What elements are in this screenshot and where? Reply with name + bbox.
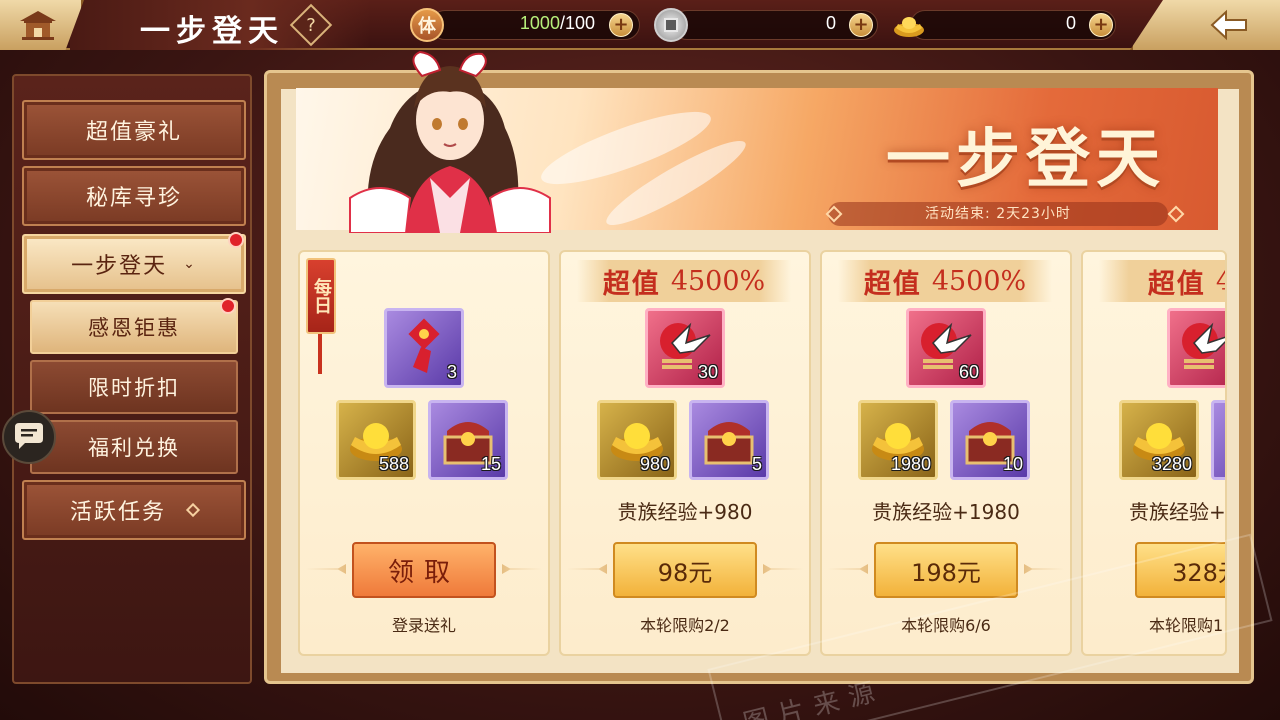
nav-item-value-gift[interactable]: 超值豪礼 <box>22 100 246 160</box>
nav-item-label: 福利兑换 <box>88 436 180 460</box>
ribbon-value: 4500% <box>931 265 1027 297</box>
ingot-value: 0 <box>1065 13 1076 33</box>
item-quantity: 15 <box>480 454 501 474</box>
ribbon-label: 超值 <box>1147 268 1206 300</box>
item-quantity: 5 <box>751 454 762 474</box>
chevron-down-icon: ⌄ <box>183 256 197 272</box>
chat-button[interactable] <box>2 410 56 464</box>
stamina-max: /100 <box>559 13 595 33</box>
side-nav: 超值豪礼 秘库寻珍 一步登天 ⌄ 感恩钜惠 限时折扣 福利兑换 活跃任务 <box>12 74 252 684</box>
item-quantity: 3280 <box>1151 454 1192 474</box>
ribbon-value: 4500% <box>670 265 766 297</box>
nav-item-label: 一步登天 <box>71 254 168 279</box>
add-stamina-button[interactable]: + <box>609 13 633 37</box>
reward-item[interactable]: 9 <box>1167 308 1225 388</box>
item-quantity: 10 <box>1002 454 1023 474</box>
character-portrait <box>349 50 551 233</box>
stamina-current: 1000 <box>519 13 560 33</box>
ribbon-value: 40 <box>1216 266 1225 297</box>
nav-item-label: 感恩钜惠 <box>88 316 180 340</box>
notification-dot <box>220 298 236 314</box>
reward-item[interactable]: 3 <box>384 308 464 388</box>
value-ribbon: 超值 40 <box>1099 260 1225 302</box>
item-quantity: 30 <box>697 362 718 382</box>
knot-icon <box>408 318 440 373</box>
buy-button[interactable]: 98元 <box>613 542 757 598</box>
gift-card-daily: 每日 3 588 15 领取 登录送礼 <box>298 250 550 656</box>
reward-item[interactable]: 30 <box>645 308 725 388</box>
diamond-icon <box>185 502 201 518</box>
divider-ornament <box>306 564 346 574</box>
reward-item[interactable]: 15 <box>428 400 508 480</box>
coin-value: 0 <box>825 13 836 33</box>
ribbon-label: 超值 <box>602 268 661 300</box>
nav-item-label: 活跃任务 <box>69 500 166 525</box>
diamond-icon <box>1167 205 1185 223</box>
page-title: 一步登天 <box>140 14 284 49</box>
divider-ornament <box>828 564 868 574</box>
noble-exp-text: 贵族经验+ <box>1129 500 1226 524</box>
divider-ornament <box>567 564 607 574</box>
nav-item-one-step[interactable]: 一步登天 ⌄ <box>22 234 246 294</box>
reward-item[interactable]: 588 <box>336 400 416 480</box>
nav-item-tasks[interactable]: 活跃任务 <box>22 480 246 540</box>
nav-sub-discount[interactable]: 限时折扣 <box>30 360 238 414</box>
copper-coin-icon <box>654 8 688 42</box>
nav-item-treasure[interactable]: 秘库寻珍 <box>22 166 246 226</box>
reward-item[interactable]: 60 <box>906 308 986 388</box>
noble-exp-text: 贵族经验+980 <box>617 500 753 524</box>
item-quantity: 1980 <box>890 454 931 474</box>
tassel-decoration <box>318 334 322 374</box>
top-bar: 一步登天 ? 体 1000/100 + 0 + 0 + <box>0 0 1280 50</box>
nav-item-label: 秘库寻珍 <box>85 186 182 211</box>
noble-exp-text: 贵族经验+1980 <box>872 500 1020 524</box>
back-button[interactable] <box>1130 0 1280 50</box>
divider-ornament <box>763 564 803 574</box>
card-footer: 登录送礼 <box>391 616 456 635</box>
nav-sub-thanks[interactable]: 感恩钜惠 <box>30 300 238 354</box>
reward-item[interactable]: 10 <box>950 400 1030 480</box>
value-ribbon: 超值 4500% <box>838 260 1052 302</box>
gold-ingot-icon <box>892 8 926 42</box>
reward-item[interactable]: 1980 <box>858 400 938 480</box>
event-timer: 活动结束: 2天23小时 <box>828 202 1168 226</box>
nav-item-label: 超值豪礼 <box>85 120 182 145</box>
nav-sub-exchange[interactable]: 福利兑换 <box>30 420 238 474</box>
home-icon <box>20 11 56 40</box>
nav-item-label: 限时折扣 <box>88 376 180 400</box>
chest-icon <box>704 422 754 465</box>
reward-item[interactable]: 3280 <box>1119 400 1199 480</box>
divider-ornament <box>502 564 542 574</box>
banner-title: 一步登天 <box>886 122 1166 197</box>
item-quantity: 60 <box>958 362 979 382</box>
divider-ornament <box>1024 564 1064 574</box>
notification-dot <box>228 232 244 248</box>
stamina-value: 1000/100 <box>480 13 595 34</box>
gift-card-98: 超值 4500% 30 980 5 贵族经验+980 98元 本轮限购2/2 <box>559 250 811 656</box>
crane-icon <box>1182 322 1225 369</box>
question-icon: ? <box>306 14 316 36</box>
reward-item[interactable]: 5 <box>689 400 769 480</box>
chat-icon <box>15 423 43 449</box>
ribbon-label: 超值 <box>863 268 922 300</box>
buy-button[interactable]: 198元 <box>874 542 1018 598</box>
add-ingot-button[interactable]: + <box>1089 13 1113 37</box>
value-ribbon: 超值 4500% <box>577 260 791 302</box>
purchase-limit: 本轮限购2/2 <box>640 616 730 635</box>
stamina-icon: 体 <box>410 8 444 42</box>
reward-item[interactable] <box>1211 400 1225 480</box>
reward-item[interactable]: 980 <box>597 400 677 480</box>
back-arrow-icon <box>1210 9 1247 41</box>
item-quantity: 3 <box>446 362 457 382</box>
item-quantity: 980 <box>639 454 670 474</box>
item-quantity: 588 <box>378 454 409 474</box>
claim-button[interactable]: 领取 <box>352 542 496 598</box>
add-coin-button[interactable]: + <box>849 13 873 37</box>
daily-tag: 每日 <box>306 258 336 334</box>
